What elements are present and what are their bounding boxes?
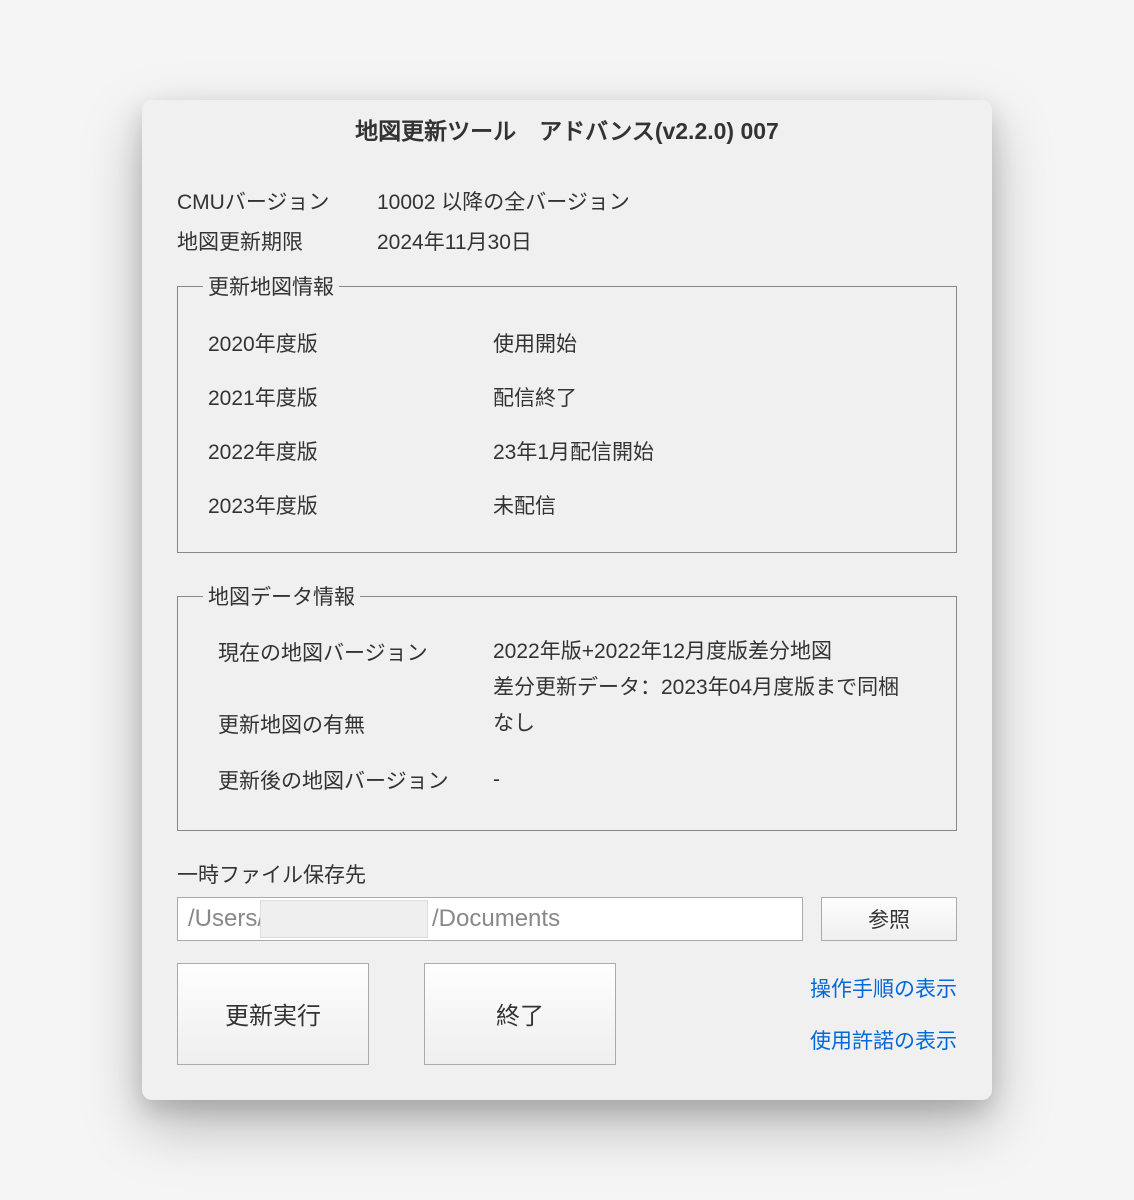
after-version-row: 更新後の地図バージョン -: [193, 745, 941, 810]
map-info-group: 更新地図情報 2020年度版 使用開始 2021年度版 配信終了 2022年度版…: [177, 271, 957, 553]
map-year: 2020年度版: [203, 328, 493, 358]
update-exists-row: 更新地図の有無 なし: [193, 709, 941, 745]
cmu-version-label: CMUバージョン: [177, 186, 377, 216]
show-manual-link[interactable]: 操作手順の表示: [810, 973, 957, 1003]
diff-data-row: 差分更新データ：2023年04月度版まで同梱: [193, 673, 941, 708]
current-version-row: 現在の地図バージョン 2022年版+2022年12月度版差分地図: [193, 631, 941, 673]
data-info-group: 地図データ情報 現在の地図バージョン 2022年版+2022年12月度版差分地図…: [177, 581, 957, 830]
window-title: 地図更新ツール アドバンス(v2.2.0) 007: [142, 100, 992, 156]
content-area: CMUバージョン 10002 以降の全バージョン 地図更新期限 2024年11月…: [142, 156, 992, 1099]
links-column: 操作手順の表示 使用許諾の表示: [810, 963, 957, 1055]
after-version-label: 更新後の地図バージョン: [203, 765, 493, 795]
map-row-2020: 2020年度版 使用開始: [193, 316, 941, 370]
map-row-2021: 2021年度版 配信終了: [193, 370, 941, 424]
path-prefix: /Users/: [188, 905, 264, 933]
app-window: 地図更新ツール アドバンス(v2.2.0) 007 CMUバージョン 10002…: [142, 100, 992, 1099]
map-info-legend: 更新地図情報: [203, 271, 339, 301]
map-status: 23年1月配信開始: [493, 436, 654, 466]
map-year: 2023年度版: [203, 490, 493, 520]
cmu-version-value: 10002 以降の全バージョン: [377, 186, 630, 216]
map-year: 2022年度版: [203, 436, 493, 466]
update-exists-value: なし: [493, 709, 535, 738]
map-status: 配信終了: [493, 382, 577, 412]
map-year: 2021年度版: [203, 382, 493, 412]
browse-button[interactable]: 参照: [821, 897, 957, 941]
after-version-value: -: [493, 765, 500, 794]
expire-label: 地図更新期限: [177, 226, 377, 256]
bottom-controls: 更新実行 終了 操作手順の表示 使用許諾の表示: [177, 963, 957, 1065]
show-license-link[interactable]: 使用許諾の表示: [810, 1025, 957, 1055]
data-info-legend: 地図データ情報: [203, 581, 360, 611]
temp-path-label: 一時ファイル保存先: [177, 859, 957, 889]
exit-button[interactable]: 終了: [424, 963, 616, 1065]
update-exists-label: 更新地図の有無: [203, 709, 493, 739]
path-suffix: /Documents: [432, 905, 560, 933]
map-status: 使用開始: [493, 328, 577, 358]
expire-value: 2024年11月30日: [377, 226, 532, 256]
path-row: /Users/ /Documents 参照: [177, 897, 957, 941]
expire-row: 地図更新期限 2024年11月30日: [177, 226, 957, 256]
temp-path-input[interactable]: /Users/ /Documents: [177, 897, 803, 941]
map-row-2023: 2023年度版 未配信: [193, 478, 941, 532]
map-row-2022: 2022年度版 23年1月配信開始: [193, 424, 941, 478]
run-update-button[interactable]: 更新実行: [177, 963, 369, 1065]
map-status: 未配信: [493, 490, 556, 520]
current-version-value: 2022年版+2022年12月度版差分地図: [493, 637, 832, 666]
diff-data-value: 差分更新データ：2023年04月度版まで同梱: [493, 673, 899, 702]
current-version-label: 現在の地図バージョン: [203, 637, 493, 667]
path-redacted-box: [260, 900, 428, 938]
cmu-version-row: CMUバージョン 10002 以降の全バージョン: [177, 186, 957, 216]
